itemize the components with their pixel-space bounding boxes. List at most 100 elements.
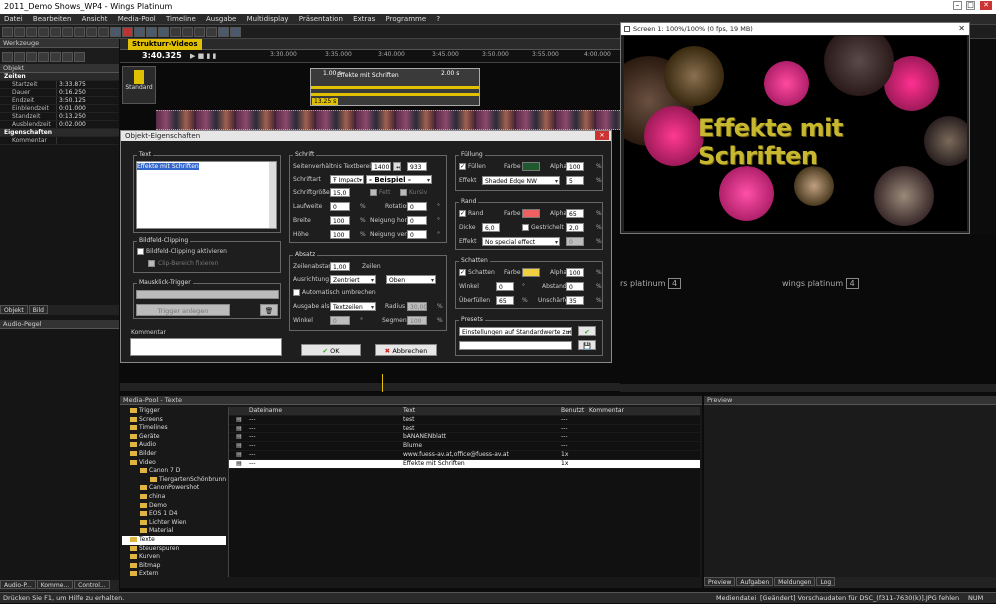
menu-ansicht[interactable]: Ansicht [78, 14, 112, 25]
table-row[interactable]: ▤ --- bANANENblatt --- [229, 433, 700, 443]
minimize-icon[interactable]: – [953, 1, 962, 10]
fill-color-swatch[interactable] [522, 162, 540, 171]
menu-media-pool[interactable]: Media-Pool [114, 14, 160, 25]
preset-name-input[interactable] [459, 341, 572, 350]
col-kommentar[interactable]: Kommentar [589, 407, 700, 415]
menu-bearbeiten[interactable]: Bearbeiten [29, 14, 75, 25]
unschaerfe-input[interactable]: 35 [566, 296, 584, 305]
clip-fix-checkbox[interactable] [148, 260, 155, 267]
size-input[interactable]: 15,0 [330, 188, 350, 197]
kommentar-input[interactable] [130, 338, 282, 356]
menu-datei[interactable]: Datei [0, 14, 27, 25]
font-select[interactable]: Ŧ Impact [330, 175, 364, 184]
col-benutzt[interactable]: Benutzt [561, 407, 589, 415]
eigenschaften-section[interactable]: Eigenschaften [0, 129, 119, 137]
schatten-alpha-input[interactable]: 100 [566, 268, 584, 277]
auto-wrap-checkbox[interactable] [293, 289, 300, 296]
prop-row[interactable]: Standzeit 0:13.250 [0, 113, 119, 121]
menu-multidisplay[interactable]: Multidisplay [243, 14, 293, 25]
output-icon[interactable] [158, 27, 169, 37]
ueberfuellen-input[interactable]: 65 [496, 296, 514, 305]
track-header[interactable]: Standard [122, 66, 156, 104]
tab-strukturr-videos[interactable]: Strukturr-Videos [128, 39, 202, 50]
tree-item[interactable]: Bilder [122, 450, 226, 459]
menu-programme[interactable]: Programme [382, 14, 431, 25]
arrow-tool-icon[interactable] [2, 52, 13, 62]
timeline-scrollbar[interactable] [620, 384, 996, 392]
trigger-button[interactable]: Trigger anlegen [136, 304, 230, 316]
trigger-delete-icon[interactable]: 🗑 [260, 304, 278, 316]
tree-item[interactable]: Canon 7 D [122, 467, 226, 476]
winkel-input[interactable]: 0 [330, 316, 350, 325]
tab-control[interactable]: Control... [74, 580, 110, 589]
menu-ausgabe[interactable]: Ausgabe [202, 14, 240, 25]
image-tool-icon[interactable] [74, 52, 85, 62]
save-preset-icon[interactable]: 💾 [578, 340, 596, 350]
menu-timeline[interactable]: Timeline [162, 14, 200, 25]
tree-item[interactable]: Kurven [122, 553, 226, 562]
save-icon[interactable] [26, 27, 37, 37]
table-row[interactable]: ▤ --- www.fuess-av.at,office@fuess-av.at 1x [229, 451, 700, 460]
record-icon[interactable] [122, 27, 133, 37]
ausgabe-select[interactable]: Textzeilen [330, 302, 376, 311]
prop-row[interactable]: Ausblendzeit 0:02.000 [0, 121, 119, 129]
tree-item[interactable]: Bitmap [122, 562, 226, 571]
col-dateiname[interactable]: Dateiname [249, 407, 403, 415]
schatten-winkel-input[interactable]: 0 [496, 282, 514, 291]
tree-item[interactable]: Demo [122, 502, 226, 511]
playhead[interactable] [382, 374, 383, 392]
screen-window[interactable]: Screen 1: 100%/100% (0 fps, 19 MB) ✕ Eff… [620, 22, 970, 234]
hoehe-input[interactable]: 100 [330, 230, 350, 239]
prop-row[interactable]: Einblendzeit 0:01.000 [0, 105, 119, 113]
tree-item[interactable]: EOS 1 D4 [122, 510, 226, 519]
close-icon[interactable]: ✕ [958, 23, 965, 35]
radius-input[interactable]: 30,00 [407, 302, 427, 311]
presets-select[interactable]: Einstellungen auf Standardwerte zurücks [459, 327, 572, 336]
ratio-link-icon[interactable]: ↔ [393, 162, 401, 171]
close-icon[interactable]: ✕ [980, 1, 992, 10]
play-icon[interactable] [194, 27, 205, 37]
help-icon[interactable] [230, 27, 241, 37]
media-icon[interactable] [110, 27, 121, 37]
transport-icons[interactable]: ▶ ■ ▮ ▮ [190, 52, 216, 60]
col-text[interactable]: Text [403, 407, 561, 415]
ausrichtung-select[interactable]: Zentriert [330, 275, 376, 284]
tree-item[interactable]: Video [122, 459, 226, 468]
tree-item[interactable]: Geräte [122, 433, 226, 442]
bold-checkbox[interactable] [370, 189, 377, 196]
maximize-icon[interactable]: □ [966, 1, 975, 10]
cut-icon[interactable] [38, 27, 49, 37]
schatten-checkbox[interactable]: ✓ [459, 269, 466, 276]
zeiten-section[interactable]: Zeiten [0, 73, 119, 81]
laufweite-input[interactable]: 0 [330, 202, 350, 211]
marker-tool-icon[interactable] [62, 52, 73, 62]
fill-alpha-input[interactable]: 100 [566, 162, 584, 171]
menu-praesentation[interactable]: Präsentation [295, 14, 347, 25]
open-icon[interactable] [14, 27, 25, 37]
tab-objekt[interactable]: Objekt [0, 305, 28, 314]
text-scrollbar[interactable] [269, 162, 276, 228]
rand-effekt-input[interactable]: 0 [566, 237, 584, 246]
menu-help[interactable]: ? [432, 14, 444, 25]
screen-icon[interactable] [134, 27, 145, 37]
ratio-width-input[interactable]: 1400 [371, 162, 391, 171]
cancel-button[interactable]: ✖ Abbrechen [375, 344, 437, 356]
table-row[interactable]: ▤ --- test --- [229, 425, 700, 434]
redo-icon[interactable] [86, 27, 97, 37]
tab-bild[interactable]: Bild [28, 305, 48, 314]
rand-effekt-select[interactable]: No special effect [482, 237, 560, 246]
italic-checkbox[interactable] [400, 189, 407, 196]
ratio-height-input[interactable]: 933 [407, 162, 427, 171]
copy-icon[interactable] [50, 27, 61, 37]
prop-row[interactable]: Endzeit 3:50.125 [0, 97, 119, 105]
tree-item[interactable]: Timelines [122, 424, 226, 433]
timeline-scrollbar[interactable] [120, 383, 620, 391]
menu-extras[interactable]: Extras [349, 14, 379, 25]
timeline-icon[interactable] [146, 27, 157, 37]
table-row[interactable]: ▤ --- Blume --- [229, 442, 700, 451]
info-icon[interactable] [218, 27, 229, 37]
tab-log[interactable]: Log [816, 577, 836, 586]
grid-icon[interactable] [182, 27, 193, 37]
table-row[interactable]: ▤ --- test --- [229, 416, 700, 425]
rand-checkbox[interactable]: ✓ [459, 210, 466, 217]
